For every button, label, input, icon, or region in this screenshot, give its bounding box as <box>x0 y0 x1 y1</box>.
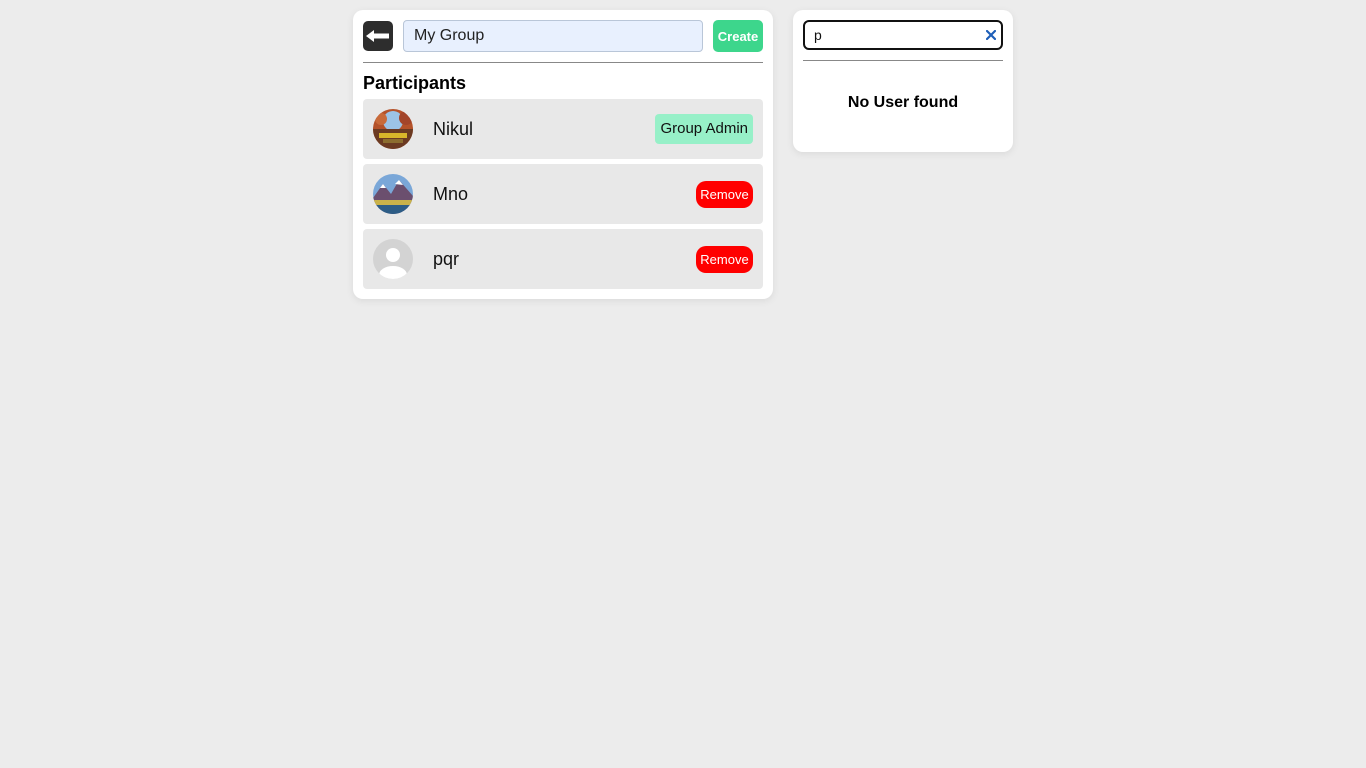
group-header: Create <box>363 20 763 52</box>
group-admin-badge: Group Admin <box>655 114 753 144</box>
no-user-message: No User found <box>847 94 959 111</box>
default-user-icon <box>373 239 413 279</box>
create-button[interactable]: Create <box>713 20 763 52</box>
participant-row: Mno Remove <box>363 164 763 224</box>
participant-name: Mno <box>433 183 469 204</box>
arrow-left-icon <box>366 30 389 42</box>
back-button[interactable] <box>363 21 393 51</box>
user-search-input[interactable] <box>803 20 1003 50</box>
participants-title: Participants <box>363 73 467 93</box>
remove-button[interactable]: Remove <box>696 180 753 208</box>
participant-row: pqr Remove <box>363 229 763 289</box>
search-divider <box>803 60 1003 61</box>
user-search-panel: No User found <box>793 10 1013 152</box>
participant-row: Nikul Group Admin <box>363 99 763 159</box>
group-panel: Create Participants Nikul Group Admin <box>353 10 773 299</box>
avatar <box>373 109 413 149</box>
clear-search-button[interactable] <box>982 25 1000 45</box>
avatar <box>373 239 413 279</box>
participant-name: Nikul <box>433 118 474 139</box>
avatar-photo-canyon <box>373 109 413 149</box>
search-box <box>803 20 1003 50</box>
header-divider <box>363 62 763 63</box>
participant-name: pqr <box>433 248 460 269</box>
participants-list: Nikul Group Admin Mno Remove pqr Remove <box>363 99 763 289</box>
avatar <box>373 174 413 214</box>
remove-button[interactable]: Remove <box>696 245 753 273</box>
group-name-input[interactable] <box>403 20 703 52</box>
avatar-photo-mountains <box>373 174 413 214</box>
close-icon <box>986 30 996 40</box>
